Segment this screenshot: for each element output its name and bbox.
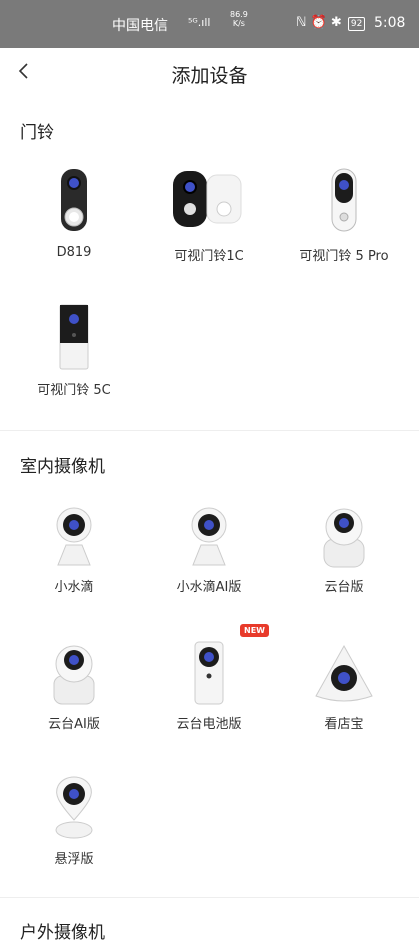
camera-xiaoshuidi-ai-icon xyxy=(191,507,227,566)
device-label: 可视门铃 5 Pro xyxy=(299,249,389,264)
battery-icon: 92 xyxy=(347,17,366,31)
status-bar: 中国电信 ⁵ᴳ.ıll 86.9 K/s ℕ ⏰ ✱ 92 5:08 xyxy=(0,0,419,48)
carrier-name: 中国电信 xyxy=(112,18,168,34)
camera-yuntai-ai-icon xyxy=(53,645,95,705)
camera-yuntai-icon xyxy=(323,508,365,568)
header: 添加设备 xyxy=(0,48,419,98)
clock: 5:08 xyxy=(374,15,406,31)
device-label: 可视门铃 5C xyxy=(37,383,111,398)
device-label: D819 xyxy=(56,245,92,260)
section-title-doorbell: 门铃 xyxy=(20,123,54,143)
camera-yuntai-battery-icon xyxy=(194,641,224,705)
camera-kandianbao-icon xyxy=(315,644,373,702)
new-badge: NEW xyxy=(240,624,269,637)
doorbell-5-pro-icon xyxy=(331,168,357,232)
section-divider xyxy=(0,430,419,431)
device-label: 云台版 xyxy=(324,580,364,595)
speed-value: 86.9 xyxy=(230,10,248,19)
page-title: 添加设备 xyxy=(171,65,248,87)
status-icons: ℕ ⏰ ✱ 92 xyxy=(296,15,367,31)
signal-icon: ⁵ᴳ.ıll xyxy=(188,16,211,29)
camera-xuanfu-icon xyxy=(55,776,93,839)
device-label: 小水滴 xyxy=(54,580,94,595)
section-divider xyxy=(0,897,419,898)
camera-xiaoshuidi-icon xyxy=(56,507,92,566)
device-label: 小水滴AI版 xyxy=(176,580,242,595)
section-title-indoor-camera: 室内摄像机 xyxy=(20,457,105,477)
doorbell-d819-icon xyxy=(61,169,87,231)
device-label: 看店宝 xyxy=(324,717,364,732)
device-label: 云台电池版 xyxy=(176,717,242,732)
system-icons: ℕ ⏰ ✱ xyxy=(296,15,342,30)
device-label: 云台AI版 xyxy=(48,717,100,732)
doorbell-1c-icon xyxy=(173,171,242,227)
network-speed: 86.9 K/s xyxy=(230,10,248,28)
device-label: 可视门铃1C xyxy=(174,249,244,264)
device-label: 悬浮版 xyxy=(54,852,94,867)
doorbell-5c-icon xyxy=(59,304,89,370)
speed-unit: K/s xyxy=(232,19,245,28)
